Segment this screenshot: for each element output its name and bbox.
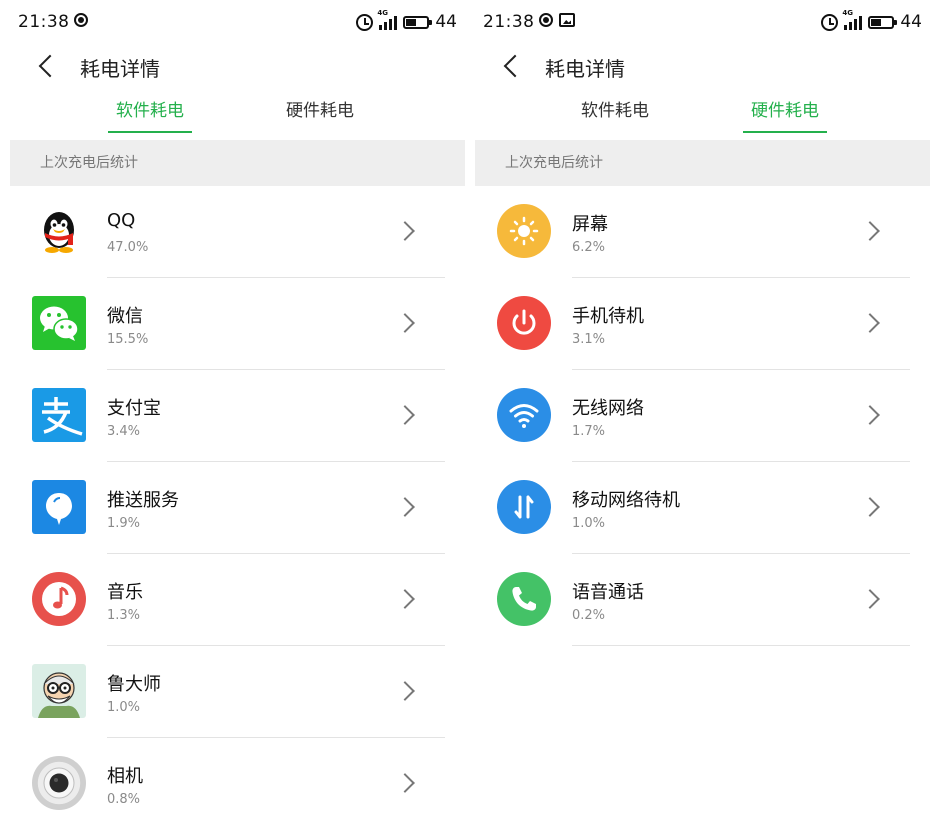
- chevron-right-icon: [395, 405, 415, 425]
- back-arrow-icon[interactable]: [32, 48, 62, 84]
- software-list: QQ 47.0% 微信 15.5% 支付宝 3.4% 推送服务 1.9% 音乐 …: [10, 186, 465, 820]
- wifi-icon: [497, 388, 551, 442]
- list-item-camera[interactable]: 相机 0.8%: [10, 738, 465, 820]
- notification-icon: [539, 13, 553, 27]
- signal-icon: 4G: [377, 9, 398, 30]
- app-percent: 0.8%: [107, 792, 141, 807]
- chevron-right-icon: [395, 313, 415, 333]
- hardware-percent: 1.7%: [572, 424, 606, 439]
- hardware-name: 无线网络: [572, 398, 644, 419]
- chevron-right-icon: [860, 313, 880, 333]
- brightness-icon: [497, 204, 551, 258]
- chevron-right-icon: [860, 221, 880, 241]
- app-name: QQ: [107, 210, 136, 231]
- list-item-standby[interactable]: 手机待机 3.1%: [475, 278, 930, 370]
- app-name: 推送服务: [107, 490, 179, 511]
- qq-penguin-icon: [32, 204, 86, 258]
- app-name: 相机: [107, 766, 143, 787]
- app-name: 微信: [107, 306, 143, 327]
- tab-bar: 软件耗电 硬件耗电: [10, 86, 465, 140]
- page-title: 耗电详情: [545, 57, 625, 81]
- hardware-battery-screen: 21:38 4G 44 耗电详情 软件耗电 硬件耗电 上次充电后统计 屏幕 6.…: [475, 0, 930, 820]
- list-item-alipay[interactable]: 支付宝 3.4%: [10, 370, 465, 462]
- signal-icon: 4G: [842, 9, 863, 30]
- app-percent: 1.3%: [107, 608, 141, 623]
- app-percent: 15.5%: [107, 332, 149, 347]
- alarm-icon: [821, 13, 839, 31]
- tab-software[interactable]: 软件耗电: [108, 96, 192, 133]
- tab-hardware[interactable]: 硬件耗电: [278, 96, 362, 133]
- notification-icon: [74, 13, 88, 27]
- page-title: 耗电详情: [80, 57, 160, 81]
- hardware-list: 屏幕 6.2% 手机待机 3.1% 无线网络 1.7% 移动网络待机 1.0% …: [475, 186, 930, 646]
- camera-icon: [32, 756, 86, 810]
- section-header: 上次充电后统计: [475, 140, 930, 186]
- hardware-percent: 6.2%: [572, 240, 606, 255]
- phone-icon: [497, 572, 551, 626]
- app-percent: 1.9%: [107, 516, 141, 531]
- app-name: 支付宝: [107, 398, 161, 419]
- software-battery-screen: 21:38 4G 44 耗电详情 软件耗电 硬件耗电 上次充电后统计 QQ 47…: [10, 0, 465, 820]
- list-item-voice-call[interactable]: 语音通话 0.2%: [475, 554, 930, 646]
- wechat-icon: [32, 296, 86, 350]
- app-percent: 3.4%: [107, 424, 141, 439]
- app-percent: 47.0%: [107, 240, 149, 255]
- power-icon: [497, 296, 551, 350]
- hardware-percent: 1.0%: [572, 516, 606, 531]
- battery-level: 44: [435, 12, 457, 32]
- app-name: 音乐: [107, 582, 143, 603]
- ludashi-icon: [32, 664, 86, 718]
- chevron-right-icon: [395, 221, 415, 241]
- music-note-icon: [32, 572, 86, 626]
- status-bar: 21:38 4G 44: [475, 0, 930, 46]
- chevron-right-icon: [395, 497, 415, 517]
- list-item-push-service[interactable]: 推送服务 1.9%: [10, 462, 465, 554]
- app-name: 鲁大师: [107, 674, 161, 695]
- chevron-right-icon: [395, 589, 415, 609]
- title-bar: 耗电详情: [475, 46, 930, 86]
- hardware-percent: 3.1%: [572, 332, 606, 347]
- push-service-icon: [32, 480, 86, 534]
- hardware-name: 移动网络待机: [572, 490, 680, 511]
- list-item-ludashi[interactable]: 鲁大师 1.0%: [10, 646, 465, 738]
- chevron-right-icon: [860, 589, 880, 609]
- back-arrow-icon[interactable]: [497, 48, 527, 84]
- section-header: 上次充电后统计: [10, 140, 465, 186]
- alarm-icon: [356, 13, 374, 31]
- gallery-notification-icon: [559, 13, 575, 27]
- chevron-right-icon: [860, 497, 880, 517]
- list-item-wechat[interactable]: 微信 15.5%: [10, 278, 465, 370]
- hardware-name: 手机待机: [572, 306, 644, 327]
- title-bar: 耗电详情: [10, 46, 465, 86]
- battery-level: 44: [900, 12, 922, 32]
- hardware-name: 语音通话: [572, 582, 644, 603]
- list-item-music[interactable]: 音乐 1.3%: [10, 554, 465, 646]
- chevron-right-icon: [395, 773, 415, 793]
- hardware-percent: 0.2%: [572, 608, 606, 623]
- list-item-wifi[interactable]: 无线网络 1.7%: [475, 370, 930, 462]
- mobile-data-icon: [497, 480, 551, 534]
- tab-hardware[interactable]: 硬件耗电: [743, 96, 827, 133]
- alipay-icon: [32, 388, 86, 442]
- status-time: 21:38: [18, 12, 70, 32]
- hardware-name: 屏幕: [572, 214, 608, 235]
- list-item-screen[interactable]: 屏幕 6.2%: [475, 186, 930, 278]
- app-percent: 1.0%: [107, 700, 141, 715]
- battery-icon: [403, 15, 433, 29]
- list-item-mobile-network[interactable]: 移动网络待机 1.0%: [475, 462, 930, 554]
- tab-software[interactable]: 软件耗电: [573, 96, 657, 133]
- status-bar: 21:38 4G 44: [10, 0, 465, 46]
- list-item-qq[interactable]: QQ 47.0%: [10, 186, 465, 278]
- status-time: 21:38: [483, 12, 535, 32]
- battery-icon: [868, 15, 898, 29]
- chevron-right-icon: [860, 405, 880, 425]
- tab-bar: 软件耗电 硬件耗电: [475, 86, 930, 140]
- chevron-right-icon: [395, 681, 415, 701]
